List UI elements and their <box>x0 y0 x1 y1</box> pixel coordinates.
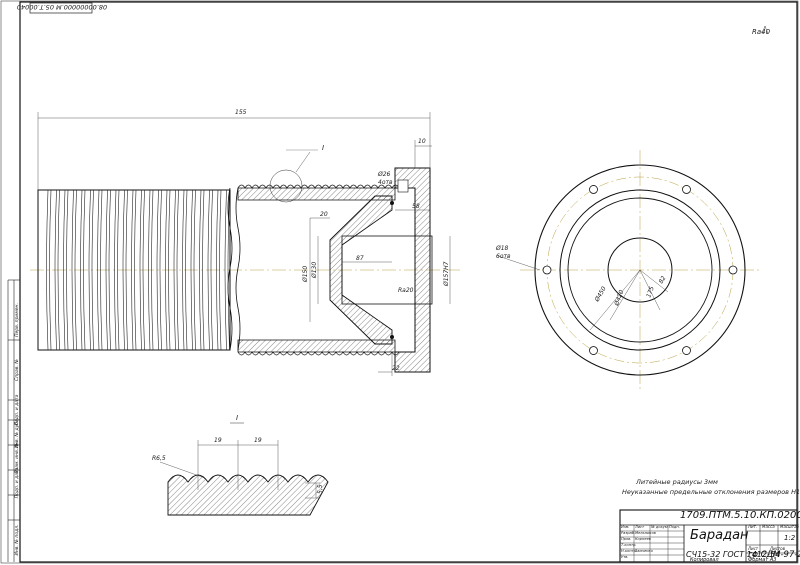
lower-wall <box>237 339 396 353</box>
dim-flange-thickness: 10 <box>418 138 426 145</box>
dim-157: Ø157H7 <box>443 261 450 287</box>
detail-pitch-a: 19 <box>214 437 222 444</box>
row-0-date: Подп. <box>669 525 680 529</box>
upper-wall <box>237 187 396 201</box>
end-bolt-hole <box>682 346 691 355</box>
dim-bolt-count: 4отв <box>378 179 393 186</box>
end-dim-82: 82 <box>658 275 668 285</box>
row-2-name: Корнеев <box>635 537 651 541</box>
row-5-role: Утв. <box>621 555 629 559</box>
end-bolt-hole <box>728 265 738 275</box>
end-dim-450: Ø450 <box>593 285 608 304</box>
row-1-name: Мельников <box>635 531 656 535</box>
detail-depth: 5,5 <box>317 484 324 494</box>
row-1-role: Разраб. <box>621 531 636 535</box>
end-dim-175: 175 <box>645 285 656 298</box>
title-part-name: Барадан <box>690 528 749 543</box>
detail-title: I <box>236 414 238 422</box>
row-0-role: Изм. <box>621 525 630 529</box>
lower-thread-profile <box>237 351 400 356</box>
detail-radius: R6,5 <box>152 455 166 462</box>
end-hole-dia: Ø18 <box>495 245 509 252</box>
roughness-mark: Ra40 <box>752 28 771 36</box>
dim-bolt-hole: Ø26 <box>377 171 391 178</box>
detail-pitch-b: 19 <box>254 437 262 444</box>
top-code-box: 08.00000000.М 05.Т.00040 <box>17 2 107 14</box>
end-bolt-hole <box>589 185 598 194</box>
title-doc-number: 1709.ПТМ.5.10.КП.0200000.В0 <box>680 510 800 521</box>
dim-overall-length: 155 <box>235 109 247 116</box>
title-col-lit: Лит. <box>748 524 758 529</box>
title-sheets-label: Листов <box>770 546 785 551</box>
format-label: Формат А3 <box>748 557 777 563</box>
row-3-role: Т.контр. <box>621 543 637 547</box>
row-4-name: Заиченко <box>635 549 653 553</box>
break-line-2 <box>235 187 241 351</box>
dim-150: Ø150 <box>302 266 309 283</box>
end-dim-420: Ø420 <box>613 289 626 308</box>
drum-section: 155 10 Ø26 4отв 58 20 Ø150 Ø130 87 Ø157H… <box>30 109 460 376</box>
end-bolt-hole <box>589 346 598 355</box>
title-col-mass: Масса <box>762 524 775 529</box>
note-line-2: Неуказанные предельные отклонения размер… <box>622 488 800 496</box>
upper-thread-profile <box>237 184 400 189</box>
flange-bolt-hole <box>397 179 409 193</box>
side-cell-6: Инв. № подл. <box>14 524 20 555</box>
top-code-text: 08.00000000.М 05.Т.00040 <box>17 3 107 11</box>
side-cell-5: Подп. и дата <box>14 467 20 498</box>
dim-roughness-inner: Ra20 <box>398 287 414 294</box>
row-2-role: Пров. <box>621 537 632 541</box>
dim-87: 87 <box>356 255 364 262</box>
drawing-sheet: 08.00000000.М 05.Т.00040 Ra40 Перв. прим… <box>0 0 800 564</box>
row-0-name: Лист <box>635 525 645 529</box>
dim-130: Ø130 <box>311 262 318 279</box>
dim-58: 58 <box>412 203 420 210</box>
dim-22: 22 <box>392 365 400 372</box>
end-bolt-hole <box>542 265 552 275</box>
end-view: Ø18 6отв Ø450 Ø420 175 82 <box>495 150 760 390</box>
dim-20: 20 <box>320 211 328 218</box>
title-col-scale: Масштаб <box>780 524 800 529</box>
side-cell-1: Справ. № <box>14 359 20 381</box>
detail-marker: I <box>322 144 324 152</box>
end-bolt-hole <box>682 185 691 194</box>
title-scale: 1:2 <box>784 534 796 542</box>
row-0-sign: № докум. <box>651 525 669 529</box>
side-cell-0: Перв. примен. <box>14 303 20 337</box>
title-sheet-label: Лист <box>748 546 759 551</box>
end-hole-count: 6отв <box>496 253 511 260</box>
detail-profile <box>167 474 329 516</box>
copied-label: Копировал <box>690 557 719 563</box>
detail-view: I 19 19 R6,5 5,5 <box>152 414 329 516</box>
note-line-1: Литейные радиусы 3мм <box>635 478 718 486</box>
